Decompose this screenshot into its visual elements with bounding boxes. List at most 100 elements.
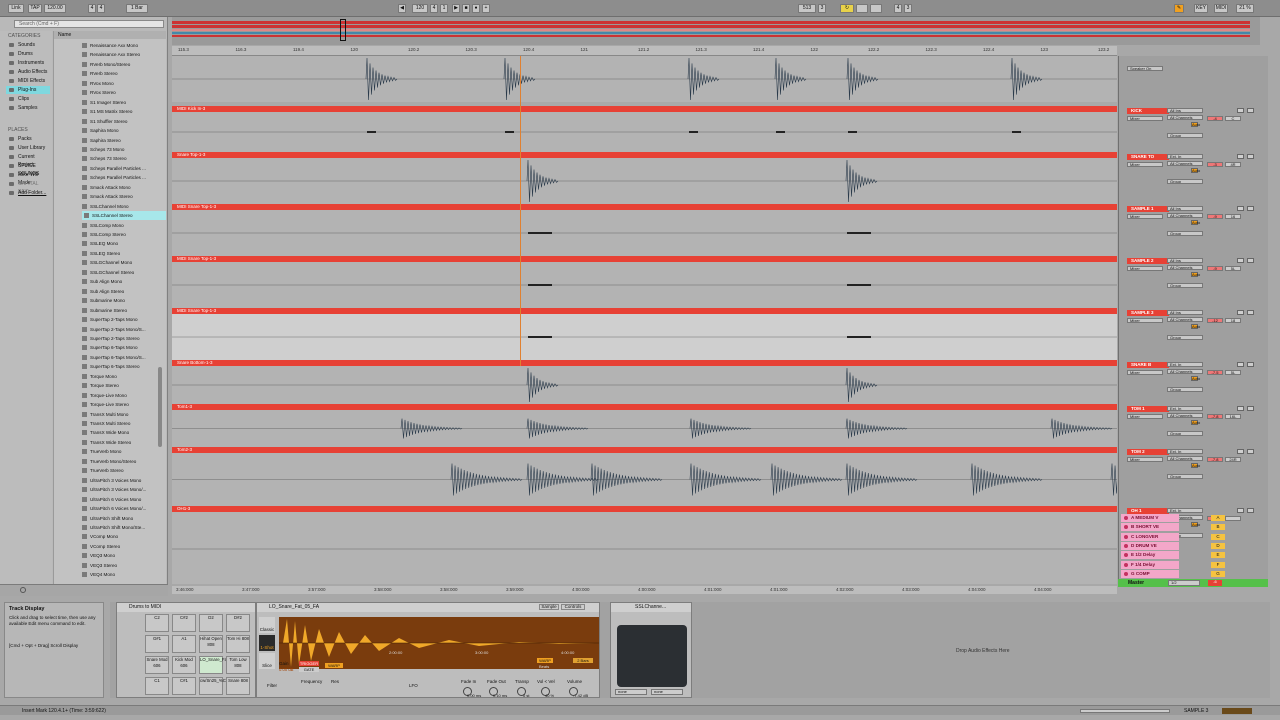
input-channel-select[interactable]: All Channels: [1167, 115, 1203, 120]
loop-start-field[interactable]: 513: [798, 4, 816, 13]
search-input[interactable]: Search (Cmd + F): [14, 20, 164, 28]
overdub-icon[interactable]: +: [482, 4, 490, 13]
return-track[interactable]: G COMP: [1121, 569, 1179, 578]
loop-switch-icon[interactable]: ↻: [840, 4, 854, 13]
master-volume[interactable]: -6: [1208, 580, 1222, 586]
input-channel-select[interactable]: All Channels: [1167, 213, 1203, 218]
loop-length-beat[interactable]: 3: [904, 4, 912, 13]
midi-note[interactable]: [528, 232, 552, 234]
browser-file-item[interactable]: SuperTap 6-Taps Stereo: [80, 362, 166, 371]
gate-button[interactable]: GATE: [299, 667, 319, 672]
browser-file-item[interactable]: TransX Multi Mono: [80, 410, 166, 419]
solo-button[interactable]: [1237, 362, 1244, 367]
mode-classic-button[interactable]: Classic: [259, 617, 275, 633]
drum-pad[interactable]: Snare Mod 606: [145, 656, 169, 674]
midi-note[interactable]: [848, 131, 857, 133]
browser-file-item[interactable]: RVerb Stereo: [80, 69, 166, 78]
browser-file-item[interactable]: UltraPitch Shift Mono/Ste...: [80, 523, 166, 532]
track-pan[interactable]: [1225, 516, 1241, 521]
solo-button[interactable]: [1237, 206, 1244, 211]
warp-mode-select[interactable]: Beats: [539, 664, 549, 669]
monitor-mixer-select[interactable]: Mixer: [1127, 414, 1163, 419]
browser-file-item[interactable]: Torque-Live Stereo: [80, 400, 166, 409]
tab-sample[interactable]: Sample: [539, 604, 559, 610]
arm-button[interactable]: [1247, 258, 1254, 263]
drum-pad[interactable]: Tom Hi 808: [226, 635, 250, 653]
plugin-title[interactable]: SSLChanne...: [611, 603, 691, 612]
browser-file-item[interactable]: Smack Attack Stereo: [80, 192, 166, 201]
return-track[interactable]: D DRUM VE: [1121, 541, 1179, 550]
category-audio-effects[interactable]: Audio Effects: [6, 68, 50, 76]
monitor-auto-button[interactable]: Auto: [1191, 122, 1200, 127]
drop-effects-hint[interactable]: Drop Audio Effects Here: [956, 648, 1010, 654]
solo-button[interactable]: [1237, 449, 1244, 454]
return-send-letter[interactable]: E: [1211, 552, 1225, 559]
track-lane[interactable]: MIDI Snare Top-1-3: [172, 204, 1117, 256]
drum-pad[interactable]: C#2: [172, 614, 196, 632]
browser-file-item[interactable]: SSLChannel Mono: [80, 202, 166, 211]
return-activator-icon[interactable]: [1124, 562, 1128, 567]
monitor-mixer-select[interactable]: Mixer: [1127, 318, 1163, 323]
group-select[interactable]: Group: [1167, 431, 1203, 436]
return-track[interactable]: B SHORT VE: [1121, 523, 1179, 532]
input-channel-select[interactable]: All Channels: [1167, 369, 1203, 374]
browser-file-item[interactable]: Torque Mono: [80, 372, 166, 381]
track-name[interactable]: SAMPLE 3: [1127, 310, 1169, 316]
browser-file-item[interactable]: RVox Mono: [80, 79, 166, 88]
midi-note[interactable]: [528, 336, 552, 338]
browser-file-item[interactable]: UltraPitch 3 Voices Mono: [80, 476, 166, 485]
midi-note[interactable]: [776, 131, 785, 133]
monitor-auto-button[interactable]: Auto: [1191, 420, 1200, 425]
track-lane[interactable]: [172, 56, 1117, 102]
browser-file-item[interactable]: Renaissance Axx Stereo: [80, 50, 166, 59]
drum-pad[interactable]: C1: [145, 677, 169, 695]
browser-file-item[interactable]: SuperTap 2-Taps Mono: [80, 315, 166, 324]
back-icon[interactable]: ◀: [398, 4, 406, 13]
solo-button[interactable]: [1237, 258, 1244, 263]
track-volume[interactable]: -12: [1207, 318, 1223, 323]
solo-button[interactable]: [1237, 310, 1244, 315]
punch-out-icon[interactable]: [870, 4, 882, 13]
return-track[interactable]: E 1/2 Delay: [1121, 551, 1179, 560]
drum-pad[interactable]: cw/Sn25_%Chrome: [199, 677, 238, 695]
drum-pad[interactable]: D#2: [226, 614, 250, 632]
return-activator-icon[interactable]: [1124, 516, 1128, 520]
return-send-letter[interactable]: B: [1211, 524, 1225, 531]
track-pan[interactable]: 16: [1225, 214, 1241, 219]
solo-button[interactable]: [1237, 108, 1244, 113]
browser-file-item[interactable]: Torque Stereo: [80, 381, 166, 390]
track-volume[interactable]: -7.8: [1207, 457, 1223, 462]
return-track[interactable]: A MEDIUM V: [1121, 514, 1179, 522]
return-activator-icon[interactable]: [1124, 571, 1128, 576]
link-button[interactable]: Link: [8, 4, 24, 13]
track-volume[interactable]: -9: [1207, 266, 1223, 271]
preview-icon[interactable]: [20, 587, 26, 593]
input-type-select[interactable]: All Ins: [1167, 310, 1203, 315]
solo-button[interactable]: [1237, 508, 1244, 513]
master-track[interactable]: Master 1/2 -6: [1118, 579, 1268, 587]
position-bar[interactable]: 120: [412, 4, 428, 13]
group-select[interactable]: Group: [1167, 231, 1203, 236]
tempo-field[interactable]: 120.00: [44, 4, 66, 13]
browser-file-item[interactable]: UltraPitch 6 Voices Mono/...: [80, 504, 166, 513]
signature-numerator[interactable]: 4: [88, 4, 96, 13]
monitor-auto-button[interactable]: Auto: [1191, 463, 1200, 468]
input-type-select[interactable]: Ext. In: [1167, 449, 1203, 454]
clip-body[interactable]: [172, 262, 1117, 308]
play-icon[interactable]: ▶: [452, 4, 460, 13]
browser-file-item[interactable]: SuperTap 2-Taps Mono/S...: [80, 325, 166, 334]
clip-body[interactable]: [172, 453, 1117, 506]
input-type-select[interactable]: All Ins: [1167, 206, 1203, 211]
loop-start-beat[interactable]: 3: [818, 4, 826, 13]
group-select[interactable]: Group: [1167, 335, 1203, 340]
midi-map-button[interactable]: MIDI: [1214, 4, 1228, 13]
track-lane[interactable]: Tom1-3: [172, 404, 1117, 447]
drum-pad[interactable]: C2: [145, 614, 169, 632]
return-activator-icon[interactable]: [1124, 553, 1128, 558]
overview-view-box[interactable]: [340, 19, 346, 41]
midi-note[interactable]: [1012, 131, 1021, 133]
place-user-library[interactable]: User Library: [6, 144, 50, 152]
track-lane[interactable]: MIDI Kick In-3: [172, 106, 1117, 152]
position-beat[interactable]: 4: [430, 4, 438, 13]
filter-toggle[interactable]: Filter: [267, 683, 277, 688]
